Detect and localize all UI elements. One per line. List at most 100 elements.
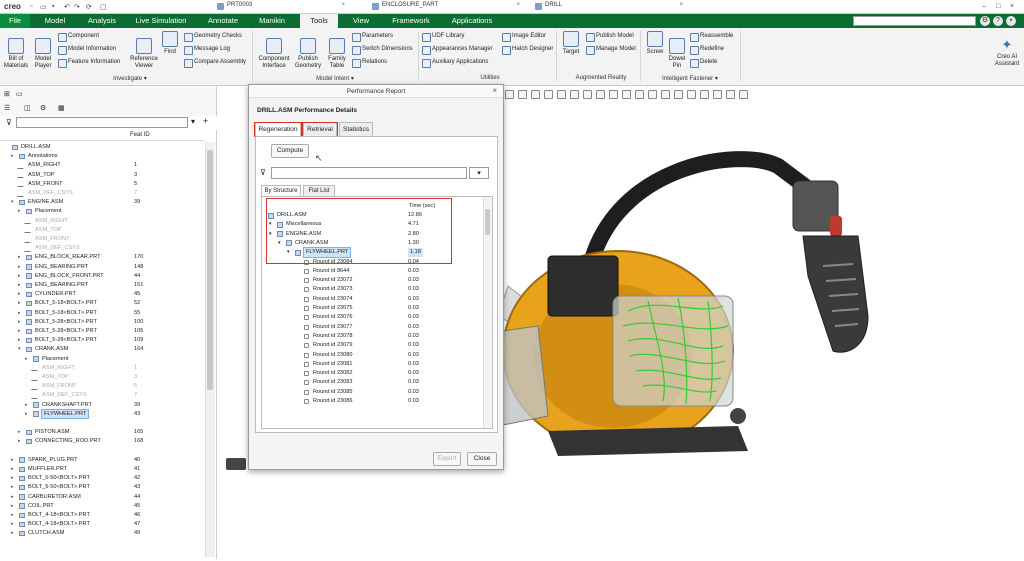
notifications-icon[interactable]: ▪ — [1006, 16, 1016, 26]
creo-ai-assistant-button[interactable]: ✦ Creo AI Assistant — [992, 31, 1022, 68]
tree-row[interactable]: ▸ CRANKSHAFT.PRT 39 — [0, 401, 205, 410]
collapse-icon[interactable]: ▾ — [278, 239, 281, 248]
appearances-manager-button[interactable]: Appearances Manager — [422, 44, 493, 55]
window-tab-prt0003[interactable]: PRT0003 × — [215, 2, 345, 12]
tree-row[interactable]: ▸ CARBURETOR.ASM 44 — [0, 493, 205, 502]
expand-icon[interactable]: ▸ — [18, 336, 21, 345]
expand-icon[interactable]: ▸ — [18, 327, 21, 336]
tree-row[interactable]: ▸ SPARK_PLUG.PRT 40 — [0, 456, 205, 465]
find-button[interactable]: Find — [160, 31, 180, 56]
animation-icon[interactable] — [739, 90, 748, 99]
tab-view[interactable]: View — [344, 14, 378, 28]
save-icon[interactable]: ▪ — [52, 3, 54, 10]
intelligent-fastener-group-label[interactable]: Intelligent Fastener ▾ — [650, 75, 730, 82]
tab-framework[interactable]: Framework — [384, 14, 438, 28]
report-row[interactable]: Round id 23076 0.03 — [262, 313, 482, 322]
tab-regeneration[interactable]: Regeneration — [255, 122, 301, 136]
section-icon[interactable] — [609, 90, 618, 99]
tree-row[interactable]: ASM_DEF_CSYS 7 — [0, 391, 205, 400]
tree-row[interactable]: ▸ FLYWHEEL.PRT 43 — [0, 408, 205, 420]
image-editor-button[interactable]: Image Editor — [502, 31, 546, 42]
expand-icon[interactable]: ▸ — [11, 529, 14, 538]
tree-row[interactable]: ▸ PISTON.ASM 165 — [0, 428, 205, 437]
tree-row[interactable]: ▸ CLUTCH.ASM 49 — [0, 529, 205, 538]
point-display-icon[interactable] — [687, 90, 696, 99]
annotation-display-icon[interactable] — [635, 90, 644, 99]
maximize-icon[interactable]: □ — [996, 3, 1000, 10]
tree-row[interactable]: ▾ CRANK.ASM 164 — [0, 345, 205, 354]
tree-row[interactable]: ▾ ENGINE.ASM 39 — [0, 198, 205, 207]
collapse-icon[interactable]: ▾ — [18, 345, 21, 354]
repaint-icon[interactable] — [544, 90, 553, 99]
manage-model-button[interactable]: Manage Model — [586, 44, 636, 55]
target-button[interactable]: Target — [560, 31, 582, 56]
model-player-button[interactable]: Model Player — [30, 31, 56, 70]
tree-row[interactable]: ASM_TOP 3 — [0, 373, 205, 382]
tree-row[interactable]: ▸ ENG_BEARING.PRT 151 — [0, 281, 205, 290]
report-row[interactable]: Round id 23078 0.03 — [262, 332, 482, 341]
tree-row[interactable]: ▸ BOLT_5-18<BOLT>.PRT 52 — [0, 299, 205, 308]
feat-id-column-header[interactable]: Feat ID — [130, 132, 150, 138]
view-manager-icon[interactable] — [557, 90, 566, 99]
report-row[interactable]: Round id 23084 0.04 — [262, 258, 482, 267]
expand-icon[interactable]: ▸ — [11, 483, 14, 492]
axis-display-icon[interactable] — [674, 90, 683, 99]
tree-row[interactable]: ASM_FRONT 5 — [0, 180, 205, 189]
expand-icon[interactable]: ▸ — [18, 299, 21, 308]
relations-button[interactable]: Relations — [352, 57, 387, 68]
udf-library-button[interactable]: UDF Library — [422, 31, 464, 42]
dropdown-icon[interactable]: ▾ — [191, 117, 195, 126]
tree-row[interactable]: ASM_DEF_CSYS — [0, 244, 205, 253]
tab-manikin[interactable]: Manikin — [252, 14, 292, 28]
collapse-icon[interactable]: ▾ — [287, 248, 290, 257]
report-row[interactable]: Round id 23083 0.03 — [262, 378, 482, 387]
tree-row[interactable]: ASM_TOP — [0, 226, 205, 235]
expand-icon[interactable]: ▸ — [11, 474, 14, 483]
report-row[interactable]: DRILL.ASM 12.86 — [262, 211, 482, 220]
subtab-by-structure[interactable]: By Structure — [261, 185, 301, 196]
report-row[interactable]: ▾ ENGINE.ASM 2.80 — [262, 230, 482, 239]
collapse-icon[interactable]: ▾ — [11, 198, 14, 207]
report-row[interactable]: Round id 23075 0.03 — [262, 304, 482, 313]
tab-file[interactable]: File — [0, 14, 30, 28]
tab-tools[interactable]: Tools — [300, 14, 338, 28]
tab-applications[interactable]: Applications — [444, 14, 500, 28]
expand-icon[interactable]: ▸ — [11, 511, 14, 520]
expand-icon[interactable]: ▸ — [25, 401, 28, 410]
tab-retrieval[interactable]: Retrieval — [303, 122, 337, 136]
expand-icon[interactable]: ▸ — [11, 152, 14, 161]
open-file-icon[interactable]: ▭ — [40, 3, 47, 11]
report-row[interactable]: ▾ FLYWHEEL.PRT 1.18 — [262, 247, 482, 259]
settings-icon[interactable]: ⚙ — [40, 104, 46, 112]
model-tree-search-input[interactable] — [16, 117, 188, 128]
settings-icon[interactable]: ⚙ — [980, 16, 990, 26]
saved-orientations-icon[interactable] — [570, 90, 579, 99]
collapse-icon[interactable]: ▾ — [269, 220, 272, 229]
tree-row[interactable]: ▸ COIL.PRT 45 — [0, 502, 205, 511]
tree-row[interactable]: ▸ BOLT_5-28<BOLT>.PRT 105 — [0, 327, 205, 336]
csys-display-icon[interactable] — [661, 90, 670, 99]
tree-row[interactable]: ▸ Annotations — [0, 152, 205, 161]
close-window-icon[interactable]: × — [1010, 3, 1014, 10]
redefine-button[interactable]: Redefine — [690, 44, 724, 55]
tree-row[interactable]: ▸ Placement — [0, 207, 205, 216]
switch-dimensions-button[interactable]: Switch Dimensions — [352, 44, 413, 55]
export-button[interactable]: Export — [433, 452, 461, 466]
spin-center-icon[interactable] — [648, 90, 657, 99]
pause-icon[interactable] — [726, 90, 735, 99]
publish-geometry-button[interactable]: Publish Geometry — [292, 31, 324, 70]
tree-row[interactable]: ASM_DEF_CSYS 7 — [0, 189, 205, 198]
expand-icon[interactable]: ▸ — [18, 263, 21, 272]
refit-icon[interactable] — [505, 90, 514, 99]
expand-icon[interactable]: ▸ — [18, 437, 21, 446]
plane-display-icon[interactable] — [700, 90, 709, 99]
tab-model[interactable]: Model — [34, 14, 76, 28]
tree-row[interactable]: ▸ BOLT_5-18<BOLT>.PRT 55 — [0, 309, 205, 318]
model-intent-group-label[interactable]: Model Intent ▾ — [300, 75, 370, 82]
tree-view-icon[interactable]: ☰ — [4, 104, 10, 112]
tree-row[interactable]: ASM_FRONT 5 — [0, 382, 205, 391]
display-style-icon[interactable] — [583, 90, 592, 99]
expand-icon[interactable]: ▸ — [18, 281, 21, 290]
add-column-icon[interactable]: + — [203, 116, 208, 126]
expand-icon[interactable]: ▸ — [25, 410, 28, 419]
